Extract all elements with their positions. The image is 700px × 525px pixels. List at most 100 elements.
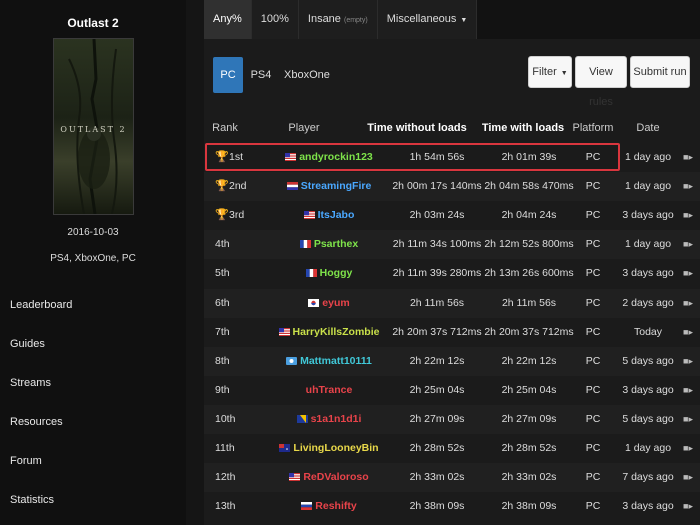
country-flag-icon: [279, 442, 293, 454]
table-row[interactable]: 4th Psarthex 2h 11m 34s 100ms 2h 12m 52s 80…: [204, 230, 700, 260]
platform-cell: PC: [585, 267, 601, 280]
player-name[interactable]: StreamingFire: [301, 180, 372, 192]
tab-miscellaneous[interactable]: Miscellaneous ▼: [377, 0, 478, 39]
view-rules-button[interactable]: View rules: [575, 56, 627, 108]
player-name[interactable]: andyrockin123: [299, 151, 373, 163]
rank-cell: 5th: [204, 259, 254, 288]
table-row[interactable]: 13th Reshifty 2h 38m 09s 2h 38m 09s PC 3 days…: [204, 492, 700, 521]
trophy-icon: 🏆: [215, 151, 229, 163]
date-cell: 3 days ago: [622, 267, 674, 280]
platform-filter-xboxone[interactable]: XboxOne: [284, 57, 330, 93]
player-name[interactable]: uhTrance: [306, 384, 353, 396]
rank-label: 1st: [229, 151, 244, 163]
player-name[interactable]: ItsJabo: [318, 209, 355, 221]
player-name[interactable]: s1a1n1d1i: [311, 413, 362, 425]
column-header-time-with-loads[interactable]: Time with loads: [476, 122, 570, 134]
platform-cell: PC: [585, 471, 601, 484]
tab-insane[interactable]: Insane (empty): [298, 0, 378, 39]
table-row[interactable]: 8th Mattmatt10111 2h 22m 12s 2h 22m 12s PC 5 …: [204, 346, 700, 376]
country-flag-icon: [296, 413, 311, 425]
rank-cell: 🏆3rd: [204, 201, 254, 230]
player-name[interactable]: Mattmatt10111: [300, 355, 372, 367]
table-row[interactable]: 11th LivingLooneyBin 2h 28m 52s 2h 28m 52s P…: [204, 434, 700, 463]
rank-cell: 7th: [204, 318, 254, 347]
tab-100-percent[interactable]: 100%: [251, 0, 299, 39]
video-camera-icon[interactable]: ■▸: [680, 172, 696, 201]
player-name[interactable]: Psarthex: [314, 238, 358, 250]
table-row[interactable]: 9th uhTrance 2h 25m 04s 2h 25m 04s PC 3 days …: [204, 376, 700, 405]
country-flag-icon: [303, 209, 318, 221]
tab-empty-note: (empty): [343, 17, 368, 24]
player-name[interactable]: Reshifty: [315, 500, 356, 512]
video-camera-icon[interactable]: ■▸: [680, 201, 696, 230]
rank-label: 6th: [215, 296, 230, 309]
nav-resources[interactable]: Resources: [10, 407, 72, 446]
video-camera-icon[interactable]: ■▸: [680, 347, 696, 376]
rank-cell: 11th: [204, 434, 254, 463]
platform-filter-ps4[interactable]: PS4: [248, 57, 274, 93]
nav-statistics[interactable]: Statistics: [10, 485, 72, 524]
video-camera-icon[interactable]: ■▸: [680, 289, 696, 318]
date-cell: 3 days ago: [622, 500, 674, 513]
platform-filter-pc[interactable]: PC: [213, 57, 243, 93]
video-camera-icon[interactable]: ■▸: [680, 463, 696, 492]
column-header-platform: Platform: [572, 122, 614, 134]
date-cell: 1 day ago: [624, 442, 672, 454]
nav-leaderboard[interactable]: Leaderboard: [10, 290, 72, 329]
tab-label: Insane: [307, 13, 341, 25]
tab-any-percent[interactable]: Any%: [204, 0, 252, 39]
rank-label: 4th: [215, 238, 230, 251]
rank-cell: 4th: [204, 230, 254, 259]
player-name[interactable]: Hoggy: [320, 267, 353, 279]
video-camera-icon[interactable]: ■▸: [680, 492, 696, 521]
table-row[interactable]: 🏆3rd ItsJabo 2h 03m 24s 2h 04m 24s PC 3 days …: [204, 201, 700, 230]
rank-cell: 9th: [204, 376, 254, 405]
table-row[interactable]: 5th Hoggy 2h 11m 39s 280ms 2h 13m 26s 600ms…: [204, 259, 700, 288]
video-camera-icon[interactable]: ■▸: [680, 259, 696, 288]
country-flag-icon: [286, 180, 301, 192]
player-name[interactable]: ReDValoroso: [303, 471, 368, 483]
country-flag-icon: [305, 267, 320, 279]
caret-down-icon: ▼: [460, 17, 468, 24]
nav-guides[interactable]: Guides: [10, 329, 72, 368]
video-camera-icon[interactable]: ■▸: [680, 318, 696, 347]
date-cell: 7 days ago: [622, 471, 674, 484]
video-camera-icon[interactable]: ■▸: [680, 434, 696, 463]
video-camera-icon[interactable]: ■▸: [680, 143, 696, 172]
video-camera-icon[interactable]: ■▸: [680, 376, 696, 405]
date-cell: 3 days ago: [622, 209, 674, 222]
submit-run-button[interactable]: Submit run: [630, 56, 690, 88]
nav-forum[interactable]: Forum: [10, 446, 72, 485]
table-row[interactable]: 🏆2nd StreamingFire 2h 00m 17s 140ms 2h 04m …: [204, 172, 700, 202]
table-row[interactable]: 10th s1a1n1d1i 2h 27m 09s 2h 27m 09s PC 5 day…: [204, 404, 700, 434]
country-flag-icon: [299, 238, 314, 250]
column-header-time-without-loads[interactable]: Time without loads: [367, 122, 467, 134]
player-name[interactable]: HarryKillsZombie: [293, 326, 380, 338]
date-cell: 5 days ago: [622, 354, 674, 367]
video-camera-icon[interactable]: ■▸: [680, 405, 696, 434]
game-cover-image[interactable]: OUTLAST 2: [53, 38, 134, 215]
rank-cell: 🏆2nd: [204, 172, 254, 201]
date-cell: 1 day ago: [624, 180, 672, 193]
date-cell: 3 days ago: [622, 383, 674, 396]
country-flag-icon: [308, 297, 322, 309]
player-name[interactable]: eyum: [322, 297, 349, 309]
rank-cell: 🏆1st: [204, 143, 254, 172]
table-row[interactable]: 12th ReDValoroso 2h 33m 02s 2h 33m 02s PC 7 d…: [204, 463, 700, 493]
rank-label: 7th: [215, 325, 230, 338]
nav-streams[interactable]: Streams: [10, 368, 72, 407]
player-name[interactable]: LivingLooneyBin: [293, 442, 378, 454]
table-row[interactable]: 🏆1st andyrockin123 1h 54m 56s 2h 01m 39s PC 1…: [204, 143, 700, 172]
rank-label: 12th: [215, 471, 236, 484]
game-title: Outlast 2: [67, 16, 119, 30]
date-cell: 1 day ago: [624, 238, 672, 251]
leaderboard-main: Any% 100% Insane (empty) Miscellaneous ▼ …: [204, 0, 700, 525]
video-camera-icon[interactable]: ■▸: [680, 230, 696, 259]
date-cell: 1 day ago: [624, 151, 672, 163]
filter-button[interactable]: Filter ▼: [528, 56, 572, 88]
filter-label: Filter: [532, 66, 557, 78]
platform-cell: PC: [585, 442, 601, 454]
table-row[interactable]: 7th HarryKillsZombie 2h 20m 37s 712ms 2h 20…: [204, 318, 700, 347]
table-row[interactable]: 6th eyum 2h 11m 56s 2h 11m 56s PC 2 days ago ■…: [204, 288, 700, 318]
game-platforms: PS4, XboxOne, PC: [50, 253, 136, 264]
